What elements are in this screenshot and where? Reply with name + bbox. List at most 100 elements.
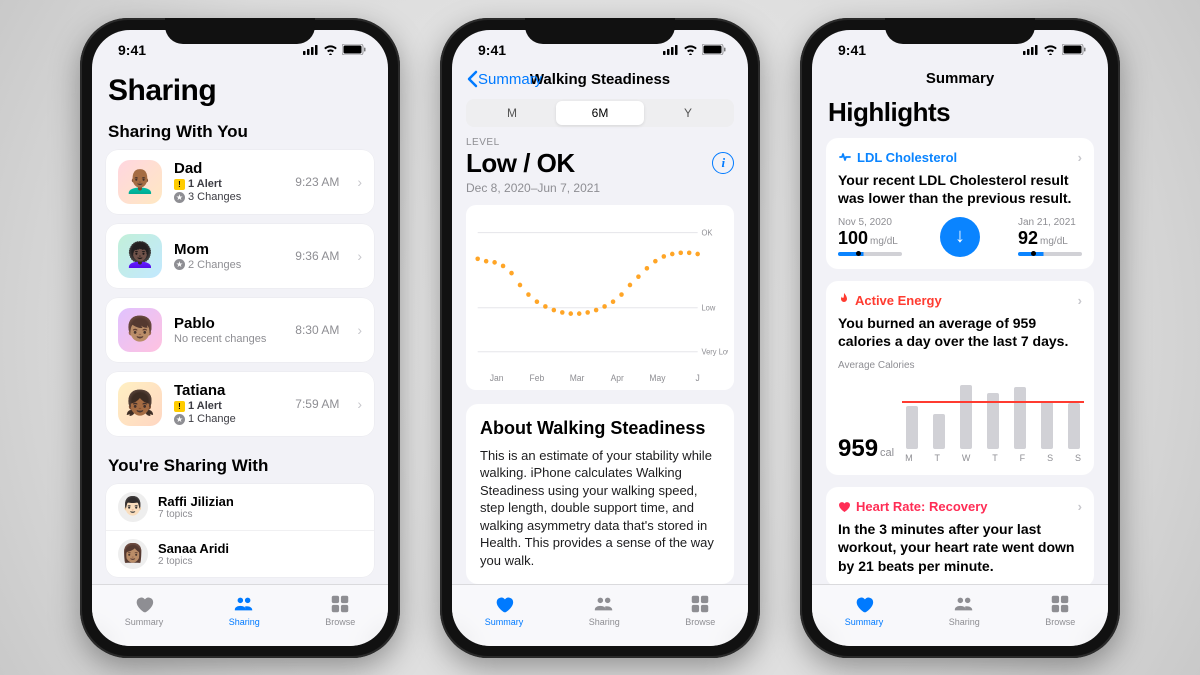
day-label: M [905,453,913,463]
svg-text:J: J [696,373,700,383]
status-icons [1023,44,1086,55]
energy-bar [987,393,999,450]
steadiness-chart: OKLowVery LowJanFebMarAprMayJ [466,205,734,390]
notch [165,18,315,44]
vitals-icon [838,150,852,164]
energy-card[interactable]: Active Energy › You burned an average of… [826,281,1094,475]
svg-text:Feb: Feb [530,373,545,383]
ldl-head: LDL Cholesterol [857,150,957,165]
status-time: 9:41 [118,42,146,58]
section-youre-sharing-with: You're Sharing With [108,456,372,476]
sharing-out-sub: 7 topics [158,509,234,520]
battery-icon [342,44,366,55]
contact-name: Dad [174,160,283,177]
contact-name: Mom [174,241,283,258]
tab-sharing[interactable]: Sharing [589,593,620,627]
level-value: Low / OK [466,148,575,179]
battery-icon [1062,44,1086,55]
contact-row[interactable]: 👨🏾‍🦲 Dad ! 1 Alert ★ 3 Changes 9:23 AM › [106,150,374,214]
tab-bar: Summary Sharing Browse [92,584,388,646]
about-card: About Walking Steadiness This is an esti… [466,404,734,584]
notch [525,18,675,44]
wifi-icon [323,44,338,55]
phone-highlights: 9:41 Summary Highlights LDL Cholesterol … [800,18,1120,658]
wifi-icon [1043,44,1058,55]
tab-browse[interactable]: Browse [685,593,715,627]
avatar: 👨🏾‍🦲 [118,160,162,204]
chevron-right-icon: › [357,174,362,190]
sharing-out-sub: 2 topics [158,556,229,567]
page-title: Sharing [108,74,372,108]
tab-bar: Summary Sharing Browse [452,584,748,646]
contact-time: 7:59 AM [295,397,339,411]
contact-time: 8:30 AM [295,323,339,337]
chevron-left-icon [466,70,478,88]
ldl-curr: Jan 21, 2021 92mg/dL [1018,217,1082,256]
contact-row[interactable]: 👩🏿‍🦱 Mom ★ 2 Changes 9:36 AM › [106,224,374,288]
energy-bar [906,406,918,449]
energy-bars [904,379,1082,449]
contact-time: 9:23 AM [295,175,339,189]
chevron-right-icon: › [1078,293,1082,308]
trend-down-icon: ↓ [940,217,980,257]
contact-name: Tatiana [174,382,283,399]
avatar: 👨🏻 [118,492,148,522]
sharing-out-row[interactable]: 👨🏻 Raffi Jilizian 7 topics [106,484,374,530]
svg-text:Low: Low [701,303,715,312]
tab-sharing[interactable]: Sharing [229,593,260,627]
heartrate-card[interactable]: Heart Rate: Recovery › In the 3 minutes … [826,487,1094,583]
contact-row[interactable]: 👦🏽 Pablo No recent changes 8:30 AM › [106,298,374,362]
tab-sharing[interactable]: Sharing [949,593,980,627]
day-label: T [935,453,941,463]
svg-text:Very Low: Very Low [701,347,728,356]
heart-icon [838,501,851,513]
hr-head: Heart Rate: Recovery [856,499,988,514]
ldl-prev: Nov 5, 2020 100mg/dL [838,217,902,256]
contact-row[interactable]: 👧🏾 Tatiana ! 1 Alert ★ 1 Change 7:59 AM … [106,372,374,436]
svg-text:Mar: Mar [570,373,585,383]
tab-summary[interactable]: Summary [125,593,164,627]
section-sharing-with-you: Sharing With You [108,122,372,142]
tab-summary[interactable]: Summary [845,593,884,627]
tab-bar: Summary Sharing Browse [812,584,1108,646]
day-label: S [1075,453,1081,463]
day-label: F [1020,453,1026,463]
svg-text:May: May [649,373,666,383]
avatar: 👦🏽 [118,308,162,352]
day-label: T [992,453,998,463]
ldl-card[interactable]: LDL Cholesterol › Your recent LDL Choles… [826,138,1094,269]
avatar: 👧🏾 [118,382,162,426]
svg-text:OK: OK [701,228,713,237]
energy-bar [1014,387,1026,449]
svg-text:Apr: Apr [611,373,624,383]
nav-title: Walking Steadiness [530,71,670,88]
avatar: 👩🏿‍🦱 [118,234,162,278]
highlights-title: Highlights [828,97,1092,128]
contact-time: 9:36 AM [295,249,339,263]
notch [885,18,1035,44]
status-icons [303,44,366,55]
info-icon[interactable]: i [712,152,734,174]
energy-head: Active Energy [855,293,942,308]
time-range-segmented[interactable]: M6MY [466,99,734,127]
avg-label: Average Calories [838,360,1082,371]
signal-icon [1023,44,1039,55]
seg-Y[interactable]: Y [644,101,732,125]
seg-6M[interactable]: 6M [556,101,644,125]
energy-body: You burned an average of 959 calories a … [838,314,1082,350]
back-button[interactable]: Summary [466,70,542,88]
contact-name: Pablo [174,315,283,332]
sharing-out-name: Sanaa Aridi [158,541,229,556]
phone-sharing: 9:41 Sharing Sharing With You 👨🏾‍🦲 Dad !… [80,18,400,658]
seg-M[interactable]: M [468,101,556,125]
wifi-icon [683,44,698,55]
tab-browse[interactable]: Browse [1045,593,1075,627]
sharing-out-row[interactable]: 👩🏽 Sanaa Aridi 2 topics [106,530,374,577]
hr-body: In the 3 minutes after your last workout… [838,520,1082,575]
chevron-right-icon: › [357,322,362,338]
day-label: S [1047,453,1053,463]
tab-browse[interactable]: Browse [325,593,355,627]
tab-summary[interactable]: Summary [485,593,524,627]
chevron-right-icon: › [357,396,362,412]
level-label: LEVEL [466,137,734,148]
